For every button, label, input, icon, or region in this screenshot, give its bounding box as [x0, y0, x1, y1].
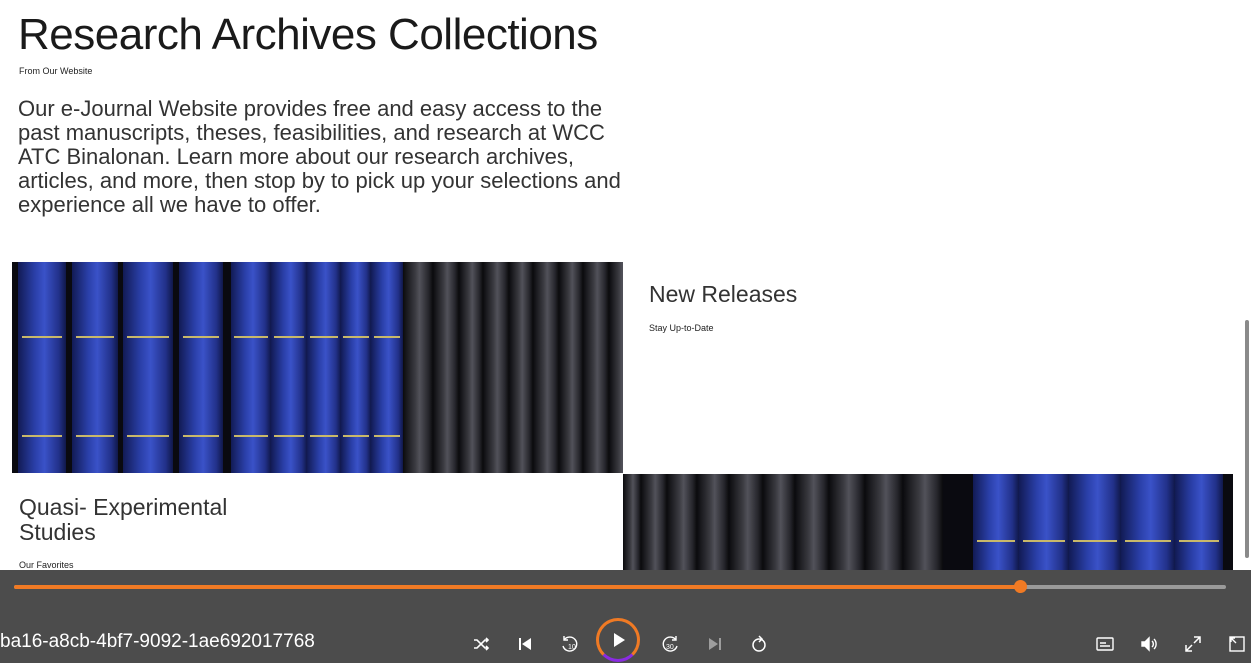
book-spine [123, 262, 173, 473]
book-spine [371, 262, 403, 473]
next-icon[interactable] [701, 630, 729, 658]
seek-thumb[interactable] [1013, 580, 1027, 593]
new-releases-subtitle: Stay Up-to-Date [649, 323, 714, 333]
loop-icon[interactable] [745, 630, 773, 658]
forward-30-icon[interactable]: 30 [657, 630, 685, 658]
play-button[interactable] [596, 618, 640, 662]
rewind-10-icon[interactable]: 10 [555, 630, 583, 658]
intro-text: Our e-Journal Website provides free and … [18, 96, 621, 217]
book-spine [583, 262, 609, 473]
book-spine [72, 262, 118, 473]
book-spine [483, 262, 509, 473]
captions-icon[interactable] [1091, 630, 1119, 658]
book-spine [18, 262, 66, 473]
shuffle-icon[interactable] [467, 630, 495, 658]
seek-progress [14, 585, 1020, 589]
quasi-studies-title: Quasi- Experimental Studies [19, 494, 228, 545]
bookshelf-image [12, 262, 623, 473]
svg-text:10: 10 [568, 644, 576, 651]
volume-icon[interactable] [1135, 630, 1163, 658]
book-spine [533, 262, 559, 473]
book-spine [403, 262, 433, 473]
page-subtitle: From Our Website [19, 66, 93, 76]
book-spine [307, 262, 341, 473]
book-spine [509, 262, 533, 473]
quasi-studies-subtitle: Our Favorites [19, 560, 74, 570]
book-spine [559, 262, 583, 473]
book-spine [223, 262, 231, 473]
book-spine [341, 262, 371, 473]
fullscreen-icon[interactable] [1179, 630, 1207, 658]
video-id-label: ba16-a8cb-4bf7-9092-1ae692017768 [0, 631, 315, 652]
play-icon [614, 633, 625, 647]
book-spine [459, 262, 483, 473]
svg-text:30: 30 [666, 644, 674, 651]
book-spine [433, 262, 459, 473]
book-spine [179, 262, 223, 473]
book-spine [231, 262, 271, 473]
page-title: Research Archives Collections [18, 10, 598, 59]
new-releases-title: New Releases [649, 281, 798, 307]
book-spine [271, 262, 307, 473]
video-player-bar: ba16-a8cb-4bf7-9092-1ae692017768 10 30 [0, 570, 1251, 663]
book-spine [609, 262, 623, 473]
seek-bar[interactable] [14, 580, 1226, 593]
previous-icon[interactable] [511, 630, 539, 658]
mini-player-icon[interactable] [1223, 630, 1251, 658]
page-scrollbar[interactable] [1245, 320, 1249, 558]
